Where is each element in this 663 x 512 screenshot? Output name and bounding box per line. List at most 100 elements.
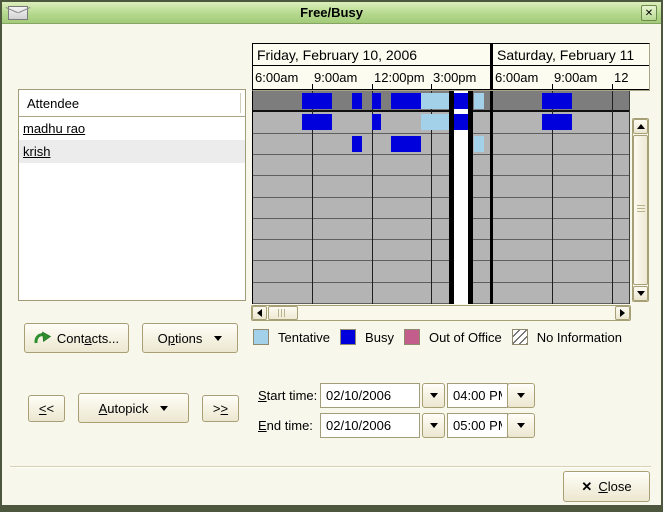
time-header-label: 3:00pm (433, 70, 476, 85)
selection-start-bar[interactable] (449, 91, 454, 304)
end-time-input[interactable] (447, 413, 508, 438)
time-header-row: 6:00am9:00am12:00pm3:00pm6:00am9:00am12 (253, 67, 649, 90)
day-boundary-line (490, 44, 493, 90)
time-header-label: 6:00am (255, 70, 298, 85)
chevron-down-icon (430, 423, 438, 428)
close-button[interactable]: ✕ Close (563, 471, 650, 502)
horizontal-scrollbar[interactable] (251, 305, 631, 321)
scroll-left-button[interactable] (252, 306, 267, 320)
start-time-input[interactable] (447, 383, 508, 408)
freebusy-legend: Tentative Busy Out of Office No Information (253, 328, 632, 346)
end-time-label: End time: (258, 413, 313, 438)
titlebar[interactable]: Free/Busy ✕ (2, 2, 661, 24)
scroll-up-icon (637, 124, 645, 129)
attendee-row[interactable]: madhu rao (19, 117, 245, 140)
tentative-block (421, 93, 451, 109)
busy-block (302, 93, 332, 109)
tentative-swatch (253, 329, 269, 345)
next-slot-label: >> (213, 401, 228, 416)
tentative-block (474, 93, 484, 109)
grid-row (253, 261, 629, 283)
previous-slot-button[interactable]: << (28, 395, 65, 422)
freebusy-grid[interactable] (252, 91, 630, 304)
date-header-cell: Friday, February 10, 2006 (253, 44, 490, 66)
legend-label: No Information (537, 330, 622, 345)
start-date-dropdown-button[interactable] (422, 383, 445, 408)
end-time-dropdown-button[interactable] (507, 413, 535, 438)
start-date-input[interactable] (320, 383, 420, 408)
time-header-label: 12:00pm (374, 70, 425, 85)
busy-block (391, 136, 421, 152)
horizontal-scrollbar-thumb[interactable] (268, 306, 298, 320)
attendee-list[interactable]: Attendee madhu raokrish (18, 89, 246, 301)
contacts-arrow-icon (34, 331, 51, 346)
chevron-down-icon (517, 423, 525, 428)
scroll-right-icon (620, 309, 625, 317)
date-header-cell: Saturday, February 11 (493, 44, 649, 66)
busy-block (302, 114, 332, 130)
grip-icon (637, 205, 645, 214)
chevron-down-icon (517, 393, 525, 398)
legend-label: Busy (365, 330, 394, 345)
grid-row (253, 240, 629, 261)
options-button[interactable]: Options (142, 323, 238, 353)
window-close-button[interactable]: ✕ (641, 5, 657, 21)
vertical-scrollbar-thumb[interactable] (633, 135, 648, 285)
grid-row (253, 134, 629, 155)
end-date-input[interactable] (320, 413, 420, 438)
scroll-down-icon (637, 291, 645, 296)
attendee-rows: madhu raokrish (19, 117, 245, 163)
time-tick (431, 84, 432, 89)
selection-end-bar[interactable] (468, 91, 473, 304)
dialog-content: Attendee madhu raokrish Friday, February… (2, 25, 661, 505)
grid-row (253, 155, 629, 176)
legend-label: Out of Office (429, 330, 502, 345)
grid-row (253, 219, 629, 240)
next-slot-button[interactable]: >> (202, 395, 239, 422)
busy-block (352, 136, 362, 152)
time-header-label: 9:00am (554, 70, 597, 85)
grid-row (253, 283, 629, 304)
start-time-label: Start time: (258, 383, 317, 408)
day-boundary-line (490, 91, 493, 304)
busy-block (542, 114, 572, 130)
close-x-icon: ✕ (581, 479, 592, 495)
chevron-down-icon (214, 336, 222, 341)
schedule-header: Friday, February 10, 2006Saturday, Febru… (252, 43, 650, 91)
grid-hour-line (612, 91, 613, 304)
time-header-label: 9:00am (314, 70, 357, 85)
busy-block (352, 93, 362, 109)
scroll-right-button[interactable] (615, 306, 630, 320)
attendee-column-header[interactable]: Attendee (19, 90, 245, 117)
envelope-icon (8, 6, 28, 20)
out-of-office-swatch (404, 329, 420, 345)
autopick-label: Autopick (99, 401, 149, 416)
autopick-button[interactable]: Autopick (78, 393, 189, 423)
attendee-row[interactable]: krish (19, 140, 245, 163)
time-tick (552, 84, 553, 89)
close-button-label: Close (598, 479, 631, 494)
busy-block (372, 114, 381, 130)
footer-separator (10, 466, 651, 468)
time-tick (372, 84, 373, 89)
previous-slot-label: << (39, 401, 54, 416)
tentative-block (474, 136, 484, 152)
close-x-icon: ✕ (645, 8, 653, 19)
chevron-down-icon (430, 393, 438, 398)
vertical-scrollbar[interactable] (632, 118, 649, 302)
contacts-button[interactable]: Contacts... (24, 323, 129, 353)
scroll-up-button[interactable] (633, 119, 648, 134)
start-time-dropdown-button[interactable] (507, 383, 535, 408)
legend-label: Tentative (278, 330, 330, 345)
contacts-button-label: Contacts... (57, 331, 119, 346)
busy-swatch (340, 329, 356, 345)
no-info-swatch (512, 329, 528, 345)
scroll-down-button[interactable] (633, 286, 648, 301)
busy-block (542, 93, 572, 109)
options-button-label: Options (158, 331, 203, 346)
end-date-dropdown-button[interactable] (422, 413, 445, 438)
time-tick (312, 84, 313, 89)
grip-icon (278, 309, 287, 317)
tentative-block (421, 114, 451, 130)
attendee-header-label: Attendee (27, 96, 79, 111)
